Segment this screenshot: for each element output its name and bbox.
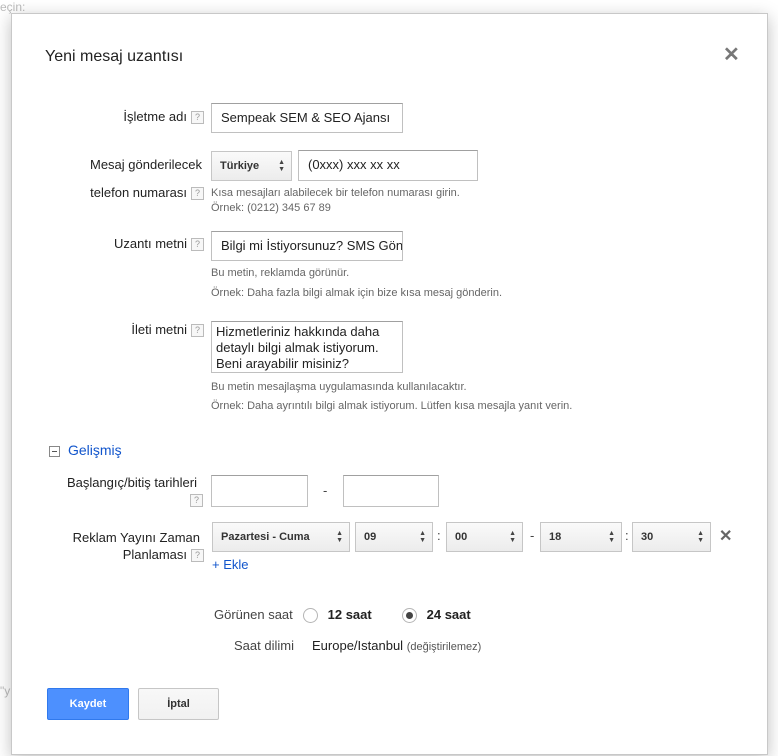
message-text-example: Örnek: Daha ayrıntılı bilgi almak istiyo… (211, 400, 573, 412)
message-text-label-text: İleti metni (131, 322, 187, 337)
radio-12h-label: 12 saat (327, 607, 372, 622)
help-icon[interactable]: ? (191, 111, 204, 125)
remove-schedule-icon[interactable]: ✕ (719, 526, 732, 546)
timezone-note: (değiştirilemez) (406, 641, 482, 653)
updown-arrows-icon: ▲ ▼ (336, 530, 343, 544)
save-button[interactable]: Kaydet (47, 688, 129, 720)
radio-24h-label: 24 saat (426, 607, 471, 622)
end-minute-select[interactable]: 30 ▲ ▼ (632, 522, 711, 552)
start-hour-select[interactable]: 09 ▲ ▼ (355, 522, 433, 552)
updown-arrows-icon: ▲ ▼ (608, 530, 615, 544)
message-text-hint: Bu metin mesajlaşma uygulamasında kullan… (211, 381, 467, 393)
schedule-label-line1: Reklam Yayını Zaman (72, 530, 200, 545)
dialog-title: Yeni mesaj uzantısı (45, 48, 184, 65)
schedule-label-text: Planlaması (122, 547, 187, 562)
extension-text-label-text: Uzantı metni (114, 236, 187, 251)
schedule-day-select[interactable]: Pazartesi - Cuma ▲ ▼ (212, 522, 350, 552)
end-minute-value: 30 (641, 531, 654, 543)
end-date-input[interactable] (343, 475, 439, 507)
phone-number-input[interactable]: (0xxx) xxx xx xx (298, 150, 478, 181)
time-colon: : (625, 528, 629, 543)
add-schedule-link[interactable]: + Ekle (212, 557, 249, 572)
radio-12h-button[interactable] (303, 608, 318, 624)
start-hour-value: 09 (364, 531, 377, 543)
start-date-input[interactable] (211, 475, 308, 507)
help-icon[interactable]: ? (190, 494, 203, 508)
start-minute-select[interactable]: 00 ▲ ▼ (446, 522, 523, 552)
business-name-input[interactable]: Sempeak SEM & SEO Ajansı (211, 103, 403, 133)
dates-label: Başlangıç/bitiş tarihleri (66, 475, 197, 490)
radio-24h[interactable]: 24 saat (402, 607, 471, 624)
radio-12h[interactable]: 12 saat (303, 607, 372, 624)
time-colon: : (437, 528, 441, 543)
advanced-toggle[interactable]: Gelişmiş (49, 442, 122, 458)
cancel-button[interactable]: İptal (138, 688, 219, 720)
phone-example: Örnek: (0212) 345 67 89 (211, 202, 331, 214)
schedule-day-value: Pazartesi - Cuma (221, 531, 310, 543)
help-icon[interactable]: ? (191, 324, 204, 338)
phone-label-text: telefon numarası (90, 185, 187, 200)
background-text: "y (0, 684, 11, 698)
phone-label-line2: telefon numarası? (42, 185, 204, 201)
close-icon[interactable]: ✕ (723, 42, 740, 67)
start-minute-value: 00 (455, 531, 468, 543)
phone-hint: Kısa mesajları alabilecek bir telefon nu… (211, 187, 460, 199)
end-hour-value: 18 (549, 531, 562, 543)
schedule-label-line2: Planlaması? (32, 547, 204, 563)
business-name-label: İşletme adı? (72, 109, 204, 125)
extension-text-example: Örnek: Daha fazla bilgi almak için bize … (211, 287, 503, 299)
timezone-value-text: Europe/Istanbul (312, 638, 404, 653)
business-name-label-text: İşletme adı (123, 109, 187, 124)
message-extension-dialog: Yeni mesaj uzantısı ✕ İşletme adı? Sempe… (11, 13, 768, 755)
extension-text-input[interactable]: Bilgi mi İstiyorsunuz? SMS Gönderin (211, 231, 403, 261)
timezone-label: Saat dilimi (234, 638, 294, 653)
help-icon[interactable]: ? (191, 549, 204, 563)
collapse-icon (49, 445, 60, 457)
updown-arrows-icon: ▲ ▼ (509, 530, 516, 544)
country-select-value: Türkiye (220, 160, 260, 172)
message-text-area[interactable]: Hizmetleriniz hakkında daha detaylı bilg… (211, 321, 403, 373)
phone-label-line1: Mesaj gönderilecek (89, 157, 202, 172)
help-icon[interactable]: ? (191, 238, 204, 252)
date-separator: - (323, 483, 328, 498)
time-dash: - (530, 528, 535, 543)
updown-arrows-icon: ▲ ▼ (419, 530, 426, 544)
help-icon[interactable]: ? (191, 187, 204, 201)
background-text: eçin: (0, 0, 26, 14)
message-text-label: İleti metni? (72, 322, 204, 338)
timezone-value: Europe/Istanbul (değiştirilemez) (312, 638, 481, 653)
dates-help: ? (186, 492, 203, 508)
country-select[interactable]: Türkiye ▲ ▼ (211, 151, 292, 181)
updown-arrows-icon: ▲ ▼ (697, 530, 704, 544)
advanced-label: Gelişmiş (68, 442, 122, 458)
updown-arrows-icon: ▲ ▼ (278, 159, 285, 173)
extension-text-hint: Bu metin, reklamda görünür. (211, 267, 350, 279)
radio-24h-button[interactable] (402, 608, 417, 624)
extension-text-label: Uzantı metni? (72, 236, 204, 252)
time-display-label: Görünen saat (214, 607, 293, 622)
end-hour-select[interactable]: 18 ▲ ▼ (540, 522, 622, 552)
